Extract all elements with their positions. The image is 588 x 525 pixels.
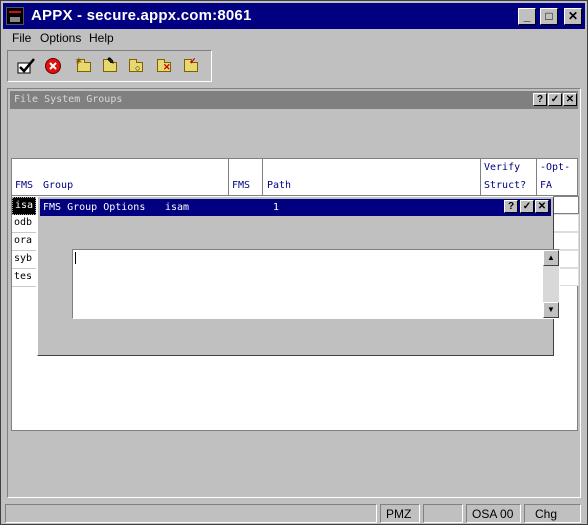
table-header: FMS Group FMS Path Verify Struct? -Opt- …: [12, 159, 577, 196]
menu-help[interactable]: Help: [89, 31, 114, 45]
status-bar: PMZ OSA 00 Chg: [3, 502, 585, 523]
menu-bar: File Options Help: [3, 29, 585, 47]
dialog-close-button[interactable]: ✕: [535, 200, 549, 213]
header-group: Group: [43, 180, 74, 191]
header-fa: FA: [540, 180, 553, 191]
table-row[interactable]: ora: [12, 233, 36, 251]
app-window: APPX - secure.appx.com:8061 _ □ ✕ File O…: [0, 0, 588, 525]
status-mode: Chg: [524, 504, 581, 523]
dialog-title-bar[interactable]: FMS Group Options isam 1 ? ✓ ✕: [40, 199, 551, 216]
app-icon[interactable]: [6, 7, 24, 25]
dialog-fms-value: 1: [273, 202, 280, 213]
document-title-bar[interactable]: File System Groups ? ✓ ✕: [10, 91, 578, 109]
document-title: File System Groups: [14, 94, 123, 105]
special-folder-icon[interactable]: ✓: [182, 57, 202, 75]
doc-help-button[interactable]: ?: [533, 93, 547, 106]
text-cursor: [75, 252, 76, 264]
header-fms: FMS: [15, 180, 34, 191]
header-struct: Struct?: [484, 180, 527, 191]
scroll-up-icon[interactable]: ▲: [543, 250, 559, 266]
vertical-scrollbar[interactable]: ▲ ▼: [543, 250, 559, 318]
close-button[interactable]: ✕: [564, 8, 582, 25]
doc-close-button[interactable]: ✕: [563, 93, 577, 106]
options-text-area[interactable]: ▲ ▼: [72, 249, 560, 319]
delete-folder-icon[interactable]: ✕: [155, 57, 175, 75]
dialog-title: FMS Group Options: [43, 202, 146, 213]
header-opt: -Opt-: [540, 162, 571, 173]
scroll-down-icon[interactable]: ▼: [543, 302, 559, 318]
minimize-button[interactable]: _: [518, 8, 536, 25]
table-row[interactable]: odb: [12, 215, 36, 233]
add-folder-icon[interactable]: ✶: [75, 57, 95, 75]
change-folder-icon[interactable]: ✎: [101, 57, 121, 75]
dialog-help-button[interactable]: ?: [504, 200, 518, 213]
status-message: [5, 504, 377, 523]
toolbar: ✶ ✎ ○ ✕ ✓: [7, 50, 212, 82]
inquire-folder-icon[interactable]: ○: [127, 57, 147, 75]
menu-file[interactable]: File: [12, 31, 31, 45]
menu-options[interactable]: Options: [40, 31, 81, 45]
table-row[interactable]: isa: [12, 197, 36, 215]
dialog-group-value: isam: [165, 202, 190, 213]
cancel-icon[interactable]: [44, 57, 64, 75]
ok-check-icon[interactable]: [17, 57, 37, 75]
status-osa: OSA 00: [466, 504, 521, 523]
header-path: Path: [267, 180, 292, 191]
header-verify: Verify: [484, 162, 521, 173]
title-bar[interactable]: APPX - secure.appx.com:8061 _ □ ✕: [3, 3, 585, 29]
dialog-ok-button[interactable]: ✓: [520, 200, 534, 213]
status-pmz: PMZ: [380, 504, 420, 523]
table-row[interactable]: syb: [12, 251, 36, 269]
maximize-button[interactable]: □: [540, 8, 558, 25]
fms-group-options-dialog: FMS Group Options isam 1 ? ✓ ✕ ▲ ▼: [37, 196, 560, 356]
doc-ok-button[interactable]: ✓: [548, 93, 562, 106]
window-title: APPX - secure.appx.com:8061: [31, 7, 252, 24]
table-row[interactable]: tes: [12, 269, 36, 287]
status-blank: [423, 504, 463, 523]
header-fms-type: FMS: [232, 180, 251, 191]
